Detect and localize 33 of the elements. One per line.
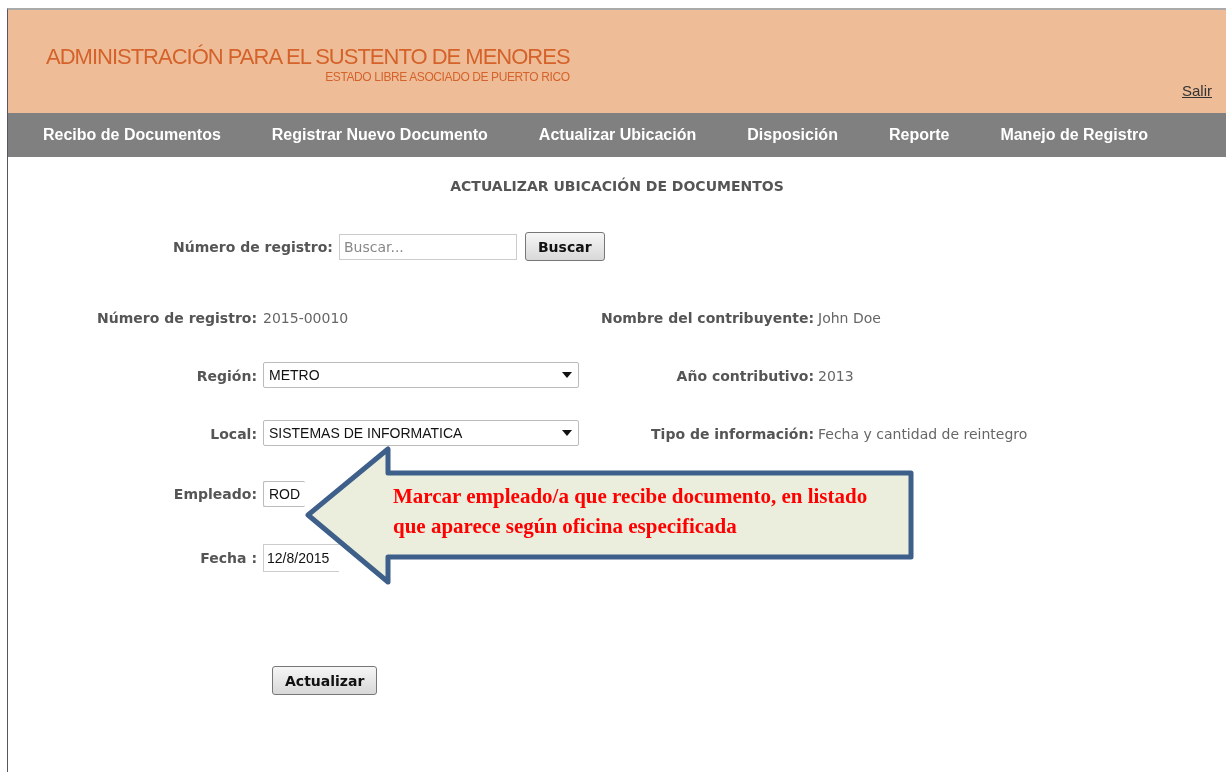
callout-text: Marcar empleado/a que recibe documento, en listado que aparece según oficina especificada	[393, 483, 869, 540]
field-value: John Doe	[818, 309, 881, 326]
date-field[interactable]: 12/8/2015	[263, 543, 339, 572]
nav-link[interactable]: Disposición	[747, 126, 838, 144]
field-value: 2013	[818, 367, 854, 384]
field-label: Tipo de información:	[651, 425, 814, 442]
agency-title: ADMINISTRACIÓN PARA EL SUSTENTO DE MENORES	[46, 44, 570, 70]
search-button[interactable]: Buscar	[524, 232, 605, 261]
field-label: Empleado:	[173, 486, 257, 502]
nav-link[interactable]: Manejo de Registro	[1000, 126, 1148, 144]
field-label: Número de registro:	[173, 238, 333, 255]
dropdown[interactable]: SISTEMAS DE INFORMATICA	[263, 420, 579, 446]
nav-link[interactable]: Registrar Nuevo Documento	[271, 126, 488, 144]
update-button[interactable]: Actualizar	[272, 666, 378, 695]
caret-icon	[562, 430, 572, 436]
field-label: Fecha :	[200, 550, 257, 566]
nav-link[interactable]: Reporte	[888, 126, 950, 144]
nav-link[interactable]: Actualizar Ubicación	[538, 126, 697, 144]
dropdown[interactable]: METRO	[263, 362, 579, 388]
nav-link[interactable]: Recibo de Documentos	[43, 126, 221, 144]
field-label: Local:	[210, 425, 257, 442]
field-label: Año contributivo:	[676, 367, 814, 384]
logout-link[interactable]: Salir	[1182, 82, 1212, 99]
dropdown[interactable]: ROD	[263, 480, 305, 507]
caret-icon	[562, 372, 572, 378]
field-label: Nombre del contribuyente:	[600, 309, 814, 326]
agency-subtitle: ESTADO LIBRE ASOCIADO DE PUERTO RICO	[325, 70, 570, 84]
field-value: Fecha y cantidad de reintegro	[818, 425, 1028, 442]
field-label: Región:	[196, 367, 257, 384]
field-value: 2015-00010	[263, 309, 349, 326]
search-field[interactable]: Buscar...	[338, 233, 517, 260]
page-title: ACTUALIZAR UBICACIÓN DE DOCUMENTOS	[449, 178, 785, 194]
field-label: Número de registro:	[97, 309, 257, 326]
